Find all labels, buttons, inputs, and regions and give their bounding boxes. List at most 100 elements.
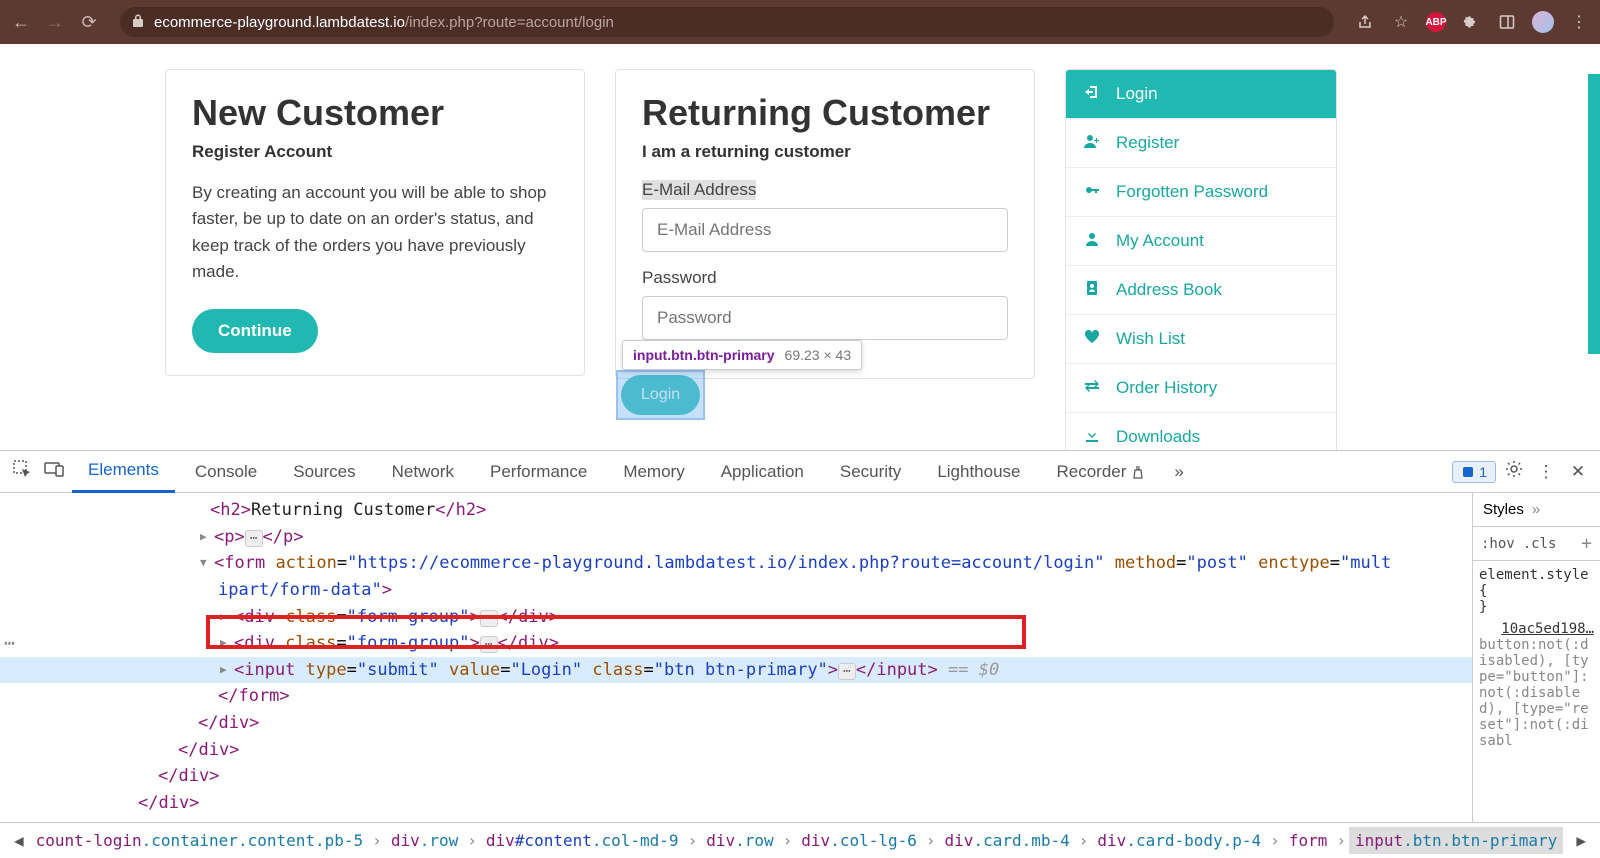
email-field[interactable] (642, 208, 1008, 252)
sidebar-item-wishlist[interactable]: Wish List (1066, 315, 1336, 364)
heart-icon (1082, 329, 1102, 349)
tab-security[interactable]: Security (824, 452, 917, 492)
reload-button[interactable]: ⟳ (78, 12, 100, 33)
breadcrumb-item[interactable]: form (1283, 827, 1334, 854)
profile-avatar[interactable] (1532, 11, 1554, 33)
new-customer-body: By creating an account you will be able … (192, 180, 558, 285)
tab-performance[interactable]: Performance (474, 452, 603, 492)
new-customer-card: New Customer Register Account By creatin… (165, 69, 585, 376)
add-rule-icon[interactable]: + (1581, 533, 1592, 554)
login-icon (1082, 84, 1102, 104)
issues-badge[interactable]: 1 (1452, 461, 1496, 483)
back-button[interactable]: ← (10, 12, 32, 33)
hov-toggle[interactable]: :hov (1481, 536, 1515, 552)
breadcrumb-item-active[interactable]: input.btn.btn-primary (1349, 827, 1563, 854)
breadcrumb-item[interactable]: div.card.mb-4 (939, 827, 1076, 854)
dom-line[interactable]: </div> (0, 737, 1472, 764)
address-book-icon (1082, 280, 1102, 300)
sidebar-item-account[interactable]: My Account (1066, 217, 1336, 266)
inspect-overlay (618, 372, 703, 418)
download-icon (1082, 427, 1102, 447)
dom-line[interactable]: </div> (0, 710, 1472, 737)
returning-customer-card: Returning Customer I am a returning cust… (615, 69, 1035, 379)
tab-recorder[interactable]: Recorder (1041, 452, 1162, 492)
breadcrumb-item[interactable]: div.col-lg-6 (795, 827, 923, 854)
forward-button[interactable]: → (44, 12, 66, 33)
side-panel-icon[interactable] (1496, 11, 1518, 33)
returning-subtitle: I am a returning customer (642, 142, 1008, 162)
sidebar-item-downloads[interactable]: Downloads (1066, 413, 1336, 450)
settings-gear-icon[interactable] (1500, 460, 1528, 483)
email-label: E-Mail Address (642, 180, 756, 200)
sidebar-label: My Account (1116, 231, 1204, 251)
dom-line[interactable]: ▶<div class="form-group">⋯</div> (0, 604, 1472, 631)
tab-console[interactable]: Console (179, 452, 273, 492)
account-sidebar: Login Register Forgotten Password My Acc… (1065, 69, 1337, 450)
key-icon (1082, 182, 1102, 202)
styles-panel: Styles » :hov .cls + element.style { } 1… (1472, 493, 1600, 822)
tab-elements[interactable]: Elements (72, 450, 175, 493)
login-button-highlight: Login (618, 372, 703, 418)
password-field[interactable] (642, 296, 1008, 340)
device-mode-icon[interactable] (40, 461, 68, 482)
exchange-icon (1082, 378, 1102, 398)
styles-rules[interactable]: element.style { } 10ac5ed198… button:not… (1473, 561, 1600, 822)
password-label: Password (642, 268, 717, 288)
sidebar-label: Login (1116, 84, 1158, 104)
devtools-tabbar: Elements Console Sources Network Perform… (0, 451, 1600, 493)
breadcrumb-right-icon[interactable]: ▶ (1570, 831, 1592, 850)
sidebar-label: Wish List (1116, 329, 1185, 349)
dom-tree[interactable]: ⋯ <h2>Returning Customer</h2> ▶<p>⋯</p> … (0, 493, 1472, 822)
devtools-close-icon[interactable]: ✕ (1564, 462, 1592, 482)
sidebar-item-login[interactable]: Login (1066, 70, 1336, 119)
dom-line[interactable]: ▶<div class="form-group">⋯</div> (0, 630, 1472, 657)
share-icon[interactable] (1354, 11, 1376, 33)
sidebar-item-forgot[interactable]: Forgotten Password (1066, 168, 1336, 217)
tab-lighthouse[interactable]: Lighthouse (921, 452, 1036, 492)
dom-line[interactable]: <h2>Returning Customer</h2> (0, 497, 1472, 524)
tooltip-selector: input.btn.btn-primary (633, 347, 775, 363)
continue-button[interactable]: Continue (192, 309, 318, 353)
sidebar-label: Forgotten Password (1116, 182, 1268, 202)
tab-sources[interactable]: Sources (277, 452, 371, 492)
toolbar-right: ☆ ABP ⋮ (1354, 11, 1590, 33)
dom-line[interactable]: ipart/form-data"> (0, 577, 1472, 604)
more-icon[interactable]: » (1532, 501, 1540, 518)
extensions-icon[interactable] (1460, 11, 1482, 33)
sidebar-label: Address Book (1116, 280, 1222, 300)
more-tabs-icon[interactable]: » (1165, 462, 1193, 482)
breadcrumb-item[interactable]: count-login.container.content.pb-5 (30, 827, 370, 854)
dom-line[interactable]: </div> (0, 763, 1472, 790)
breadcrumb-left-icon[interactable]: ◀ (8, 831, 30, 850)
breadcrumb-item[interactable]: div.card-body.p-4 (1091, 827, 1267, 854)
devtools-menu-icon[interactable]: ⋮ (1532, 462, 1560, 482)
tab-network[interactable]: Network (376, 452, 470, 492)
styles-title: Styles (1483, 501, 1524, 518)
dom-line-selected[interactable]: ▶<input type="submit" value="Login" clas… (0, 657, 1472, 684)
tab-application[interactable]: Application (705, 452, 820, 492)
sidebar-item-register[interactable]: Register (1066, 119, 1336, 168)
address-bar[interactable]: ecommerce-playground.lambdatest.io/index… (120, 7, 1334, 37)
dom-line[interactable]: ▼<form action="https://ecommerce-playgro… (0, 550, 1472, 577)
sidebar-item-address[interactable]: Address Book (1066, 266, 1336, 315)
breadcrumb-item[interactable]: div.row (700, 827, 779, 854)
styles-filter-bar: :hov .cls + (1473, 527, 1600, 561)
bookmark-star-icon[interactable]: ☆ (1390, 11, 1412, 33)
user-plus-icon (1082, 133, 1102, 153)
sidebar-item-orders[interactable]: Order History (1066, 364, 1336, 413)
dom-line[interactable]: </div> (0, 790, 1472, 817)
kebab-menu-icon[interactable]: ⋮ (1568, 11, 1590, 33)
inspect-element-icon[interactable] (8, 460, 36, 483)
breadcrumb-item[interactable]: div#content.col-md-9 (480, 827, 685, 854)
dom-line[interactable]: ▶<p>⋯</p> (0, 524, 1472, 551)
styles-source-link[interactable]: 10ac5ed198… (1501, 621, 1594, 637)
dom-line[interactable]: </form> (0, 683, 1472, 710)
breadcrumb-item[interactable]: div.row (385, 827, 464, 854)
abp-extension-icon[interactable]: ABP (1426, 12, 1446, 32)
page-scrollbar[interactable] (1588, 74, 1600, 354)
tab-memory[interactable]: Memory (607, 452, 700, 492)
register-account-subtitle: Register Account (192, 142, 558, 162)
cls-toggle[interactable]: .cls (1523, 536, 1557, 552)
dom-breadcrumb[interactable]: ◀ count-login.container.content.pb-5 › d… (0, 822, 1600, 858)
sidebar-label: Downloads (1116, 427, 1200, 447)
